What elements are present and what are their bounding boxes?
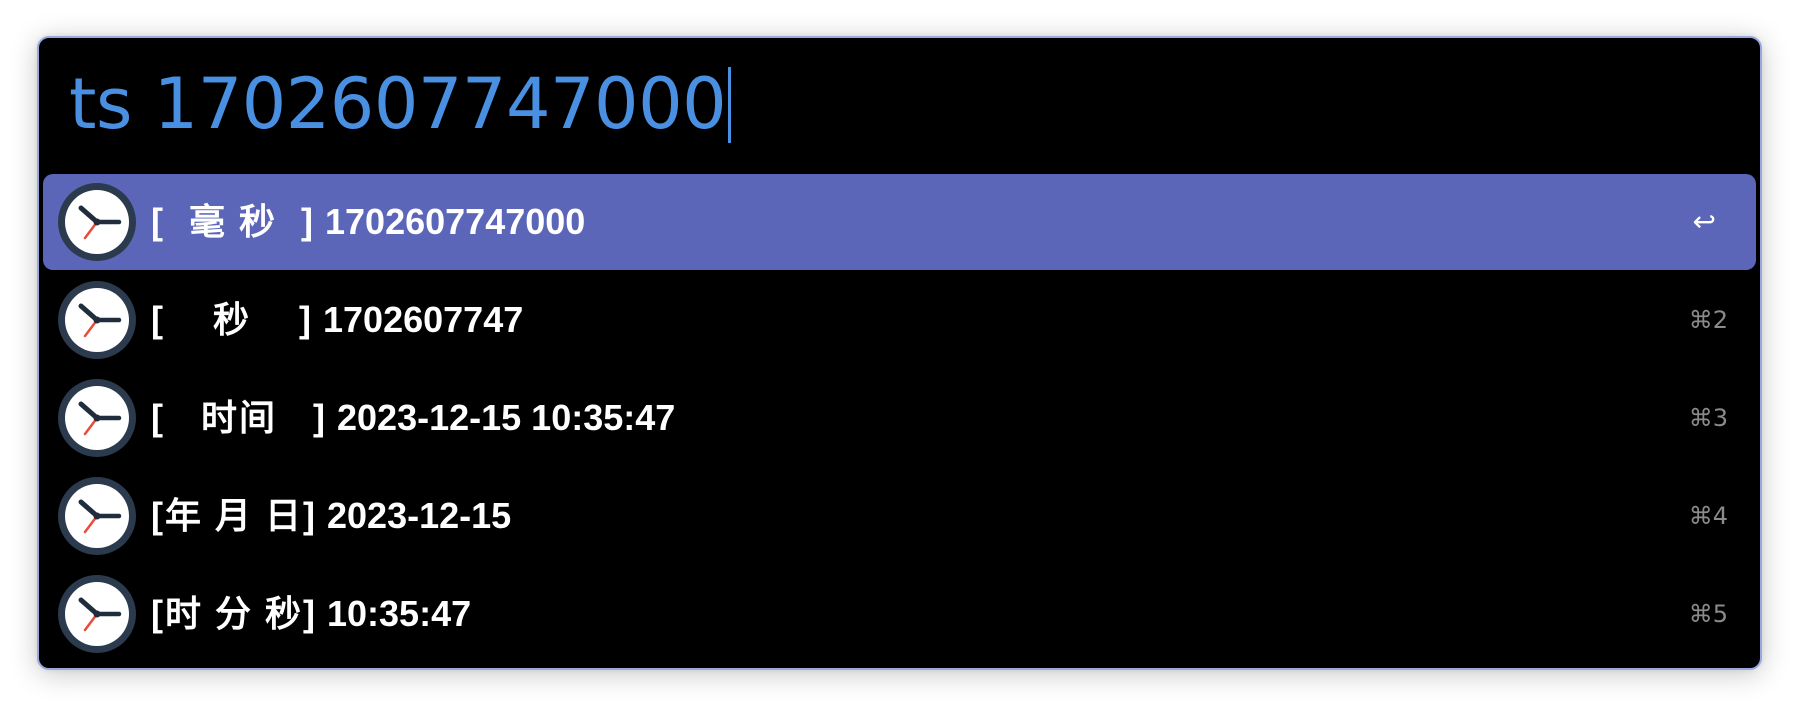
shortcut-hint: ⌘4 — [1688, 502, 1728, 530]
result-title: [ 秒 ] 1702607747 — [151, 272, 523, 368]
clock-icon — [58, 281, 136, 359]
enter-key-hint: ↩ — [1692, 205, 1716, 238]
query-input[interactable]: ts 1702607747000 — [69, 54, 732, 154]
result-value: 2023-12-15 10:35:47 — [337, 397, 676, 438]
result-value: 1702607747000 — [325, 201, 586, 242]
result-title: [年 月 日] 2023-12-15 — [151, 468, 511, 564]
launcher-window: ts 1702607747000 [ 毫 秒 ] 1702607747000 ↩ — [37, 36, 1762, 670]
clock-icon — [58, 575, 136, 653]
result-value: 1702607747 — [323, 299, 524, 340]
result-row-date[interactable]: [年 月 日] 2023-12-15 ⌘4 — [43, 468, 1756, 564]
text-caret — [728, 66, 732, 143]
clock-icon — [58, 379, 136, 457]
query-text: ts 1702607747000 — [69, 63, 727, 145]
results-list: [ 毫 秒 ] 1702607747000 ↩ [ 秒 ] 1702607747… — [43, 174, 1756, 664]
result-tag: [ 秒 ] — [151, 299, 313, 340]
query-bar[interactable]: ts 1702607747000 — [39, 38, 1760, 172]
result-value: 10:35:47 — [327, 593, 472, 634]
shortcut-hint: ⌘3 — [1688, 404, 1728, 432]
result-tag: [ 毫 秒 ] — [151, 201, 315, 242]
result-tag: [ 时间 ] — [151, 397, 327, 438]
result-row-time[interactable]: [时 分 秒] 10:35:47 ⌘5 — [43, 566, 1756, 662]
result-title: [ 毫 秒 ] 1702607747000 — [151, 174, 585, 270]
shortcut-hint: ⌘5 — [1688, 600, 1728, 628]
result-row-seconds[interactable]: [ 秒 ] 1702607747 ⌘2 — [43, 272, 1756, 368]
result-value: 2023-12-15 — [327, 495, 512, 536]
clock-icon — [58, 477, 136, 555]
result-title: [时 分 秒] 10:35:47 — [151, 566, 471, 662]
result-row-milliseconds[interactable]: [ 毫 秒 ] 1702607747000 ↩ — [43, 174, 1756, 270]
result-row-datetime[interactable]: [ 时间 ] 2023-12-15 10:35:47 ⌘3 — [43, 370, 1756, 466]
result-tag: [年 月 日] — [151, 495, 317, 536]
result-title: [ 时间 ] 2023-12-15 10:35:47 — [151, 370, 675, 466]
shortcut-hint: ⌘2 — [1688, 306, 1728, 334]
clock-icon — [58, 183, 136, 261]
result-tag: [时 分 秒] — [151, 593, 317, 634]
